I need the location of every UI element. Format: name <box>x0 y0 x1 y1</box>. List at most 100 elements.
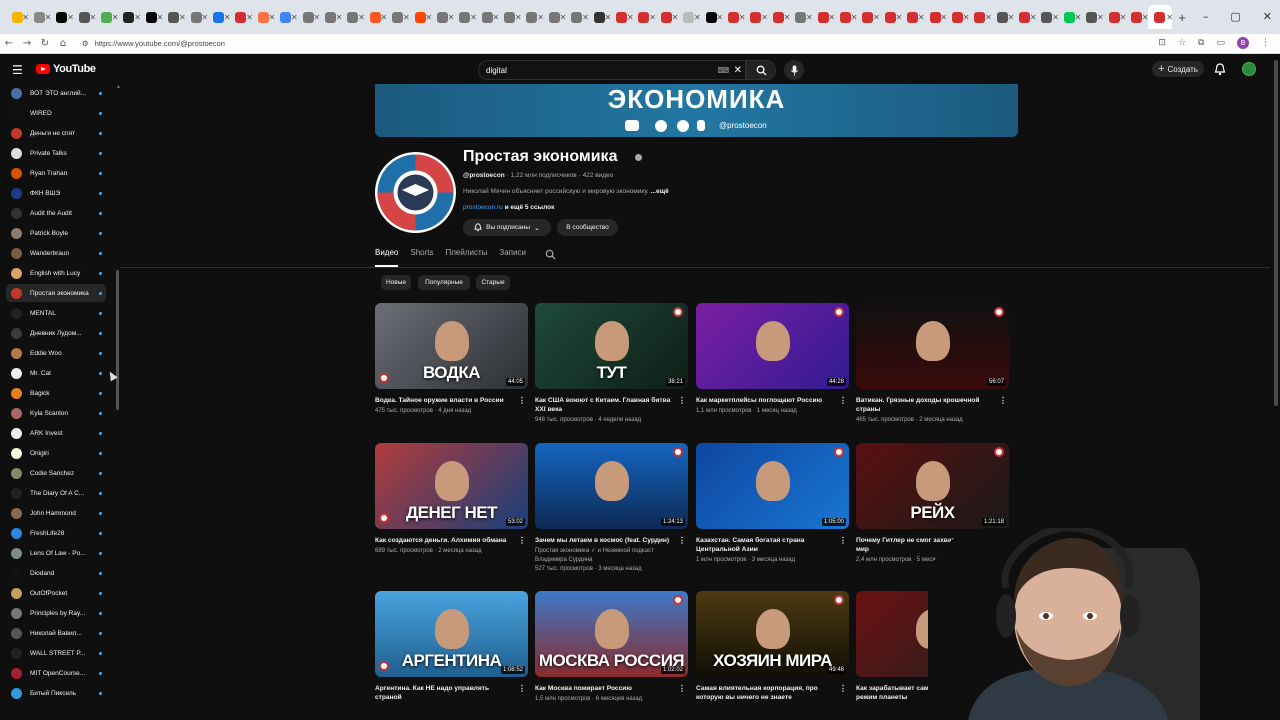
browser-tab[interactable]: ✕ <box>51 5 74 29</box>
browser-tab[interactable]: ✕ <box>902 5 925 29</box>
sidebar-subscription-item[interactable]: ARK Invest <box>6 424 106 442</box>
notifications-bell-icon[interactable] <box>1214 63 1226 76</box>
video-more-options-icon[interactable]: ⋮ <box>678 684 686 693</box>
browser-tab[interactable]: ✕ <box>476 5 499 29</box>
video-card[interactable]: 56:07 Ватикан. Грязные доходы крошечной с… <box>856 303 1009 425</box>
browser-tab[interactable]: ✕ <box>1126 5 1149 29</box>
subscribed-button[interactable]: Вы подписаны ⌄ <box>463 219 551 236</box>
sidebar-subscription-item[interactable]: The Diary Of A C... <box>6 484 106 502</box>
chip-oldest[interactable]: Старые <box>476 275 510 290</box>
video-more-options-icon[interactable]: ⋮ <box>839 536 847 545</box>
sidebar-subscription-item[interactable]: Деньги не спят <box>6 124 106 142</box>
sidebar-subscription-item[interactable]: ВОТ ЭТО англий... <box>6 84 106 102</box>
sidebar-subscription-item[interactable]: Principles by Ray... <box>6 604 106 622</box>
browser-tab[interactable]: ✕ <box>767 5 790 29</box>
youtube-logo[interactable]: YouTube <box>36 63 96 75</box>
sidebar-subscription-item[interactable]: FreshLife28 <box>6 524 106 542</box>
browser-tab[interactable]: ✕ <box>230 5 253 29</box>
sidebar-subscription-item[interactable]: John Hammond <box>6 504 106 522</box>
browser-tab[interactable]: ✕ <box>1103 5 1126 29</box>
browser-tab[interactable]: ✕ <box>790 5 813 29</box>
video-card[interactable]: ТУТ 38:21 Как США воюют с Китаем. Главная … <box>535 303 688 425</box>
chip-popular[interactable]: Популярные <box>418 275 470 290</box>
sidebar-subscription-item[interactable]: OutOfPocket <box>6 584 106 602</box>
sidebar-subscription-item[interactable]: Eddie Woo <box>6 344 106 362</box>
sidebar-subscription-item[interactable]: Простая экономика <box>6 284 106 302</box>
browser-tab[interactable]: ✕ <box>633 5 656 29</box>
browser-tab[interactable]: ✕ <box>723 5 746 29</box>
extension-puzzle-icon[interactable]: ▭ <box>1216 38 1225 48</box>
more-links-button[interactable]: и ещё 5 ссылок <box>505 204 555 211</box>
browser-tab[interactable]: ✕ <box>879 5 902 29</box>
browser-tab[interactable]: ✕ <box>924 5 947 29</box>
url-field[interactable]: ⚙ https://www.youtube.com/@prostoecon <box>82 39 225 48</box>
video-more-options-icon[interactable]: ⋮ <box>999 396 1007 405</box>
sidebar-subscription-item[interactable]: Private Talks <box>6 144 106 162</box>
video-card[interactable]: ХОЗЯИН МИРА 49:48 Самая влиятельная корпор… <box>696 591 849 702</box>
sidebar-subscription-item[interactable]: Bagick <box>6 384 106 402</box>
voice-search-button[interactable] <box>784 60 804 80</box>
reload-icon[interactable]: ↻ <box>36 38 54 49</box>
channel-description[interactable]: Николай Мячин объясняет российскую и мир… <box>463 188 669 195</box>
browser-tab[interactable]: ✕ <box>73 5 96 29</box>
home-icon[interactable]: ⌂ <box>54 38 72 49</box>
keyboard-icon[interactable]: ⌨ <box>717 66 729 75</box>
video-title[interactable]: Зачем мы летаем в космос (feat. Сурдин) ⋮ <box>535 536 688 545</box>
channel-banner[interactable]: ЭКОНОМИКА @prostoecon <box>375 84 1018 137</box>
browser-tab[interactable]: ✕ <box>6 5 29 29</box>
browser-tab[interactable]: ✕ <box>1014 5 1037 29</box>
video-card[interactable]: 1:05:00 Казахстан. Самая богатая страна Ц… <box>696 443 849 565</box>
new-tab-button[interactable]: + <box>1178 10 1186 25</box>
browser-tab[interactable]: ✕ <box>163 5 186 29</box>
browser-tab[interactable]: ✕ <box>364 5 387 29</box>
browser-tab[interactable]: ✕ <box>275 5 298 29</box>
tab-close-icon[interactable]: ✕ <box>1166 13 1173 22</box>
video-title[interactable]: Казахстан. Самая богатая страна Централь… <box>696 536 849 554</box>
video-card[interactable]: 44:28 Как маркетплейсы поглощают Россию ⋮ 1… <box>696 303 849 416</box>
browser-tab[interactable]: ✕ <box>1036 5 1059 29</box>
sidebar-subscription-item[interactable]: Diodand <box>6 564 106 582</box>
browser-tab[interactable]: ✕ <box>700 5 723 29</box>
browser-tab[interactable]: ✕ <box>834 5 857 29</box>
sidebar-subscription-item[interactable]: Onigiri <box>6 444 106 462</box>
video-card[interactable]: ВОДКА 44:05 Водка. Тайное оружие власти в … <box>375 303 528 416</box>
sidebar-subscription-item[interactable]: Битый Пиксель <box>6 684 106 702</box>
profile-avatar[interactable]: B <box>1237 37 1249 49</box>
clear-search-icon[interactable]: ✕ <box>734 65 742 76</box>
browser-tab[interactable]: ✕ <box>812 5 835 29</box>
browser-tab[interactable]: ✕ <box>1058 5 1081 29</box>
sidebar-subscription-item[interactable]: Дневник Лудом... <box>6 324 106 342</box>
video-title[interactable]: Аргентина. Как НЕ надо управлять страной… <box>375 684 528 702</box>
video-title[interactable]: Как создаются деньги. Алхимия обмана ⋮ <box>375 536 528 545</box>
community-button[interactable]: В сообщество <box>557 219 618 236</box>
sidebar-subscription-item[interactable]: Kyla Scanlon <box>6 404 106 422</box>
video-more-options-icon[interactable]: ⋮ <box>518 536 526 545</box>
video-card[interactable]: ДЕНЕГ НЕТ 53:02 Как создаются деньги. Алхи… <box>375 443 528 556</box>
video-more-options-icon[interactable]: ⋮ <box>839 396 847 405</box>
video-thumbnail[interactable]: ХОЗЯИН МИРА 49:48 <box>696 591 849 677</box>
create-button[interactable]: + Создать <box>1152 61 1204 77</box>
browser-tab[interactable]: ✕ <box>319 5 342 29</box>
tab-videos[interactable]: Видео <box>375 248 399 267</box>
account-avatar[interactable] <box>1242 62 1256 76</box>
video-more-options-icon[interactable]: ⋮ <box>678 536 686 545</box>
browser-tab[interactable]: ✕ <box>946 5 969 29</box>
browser-tab[interactable]: ✕ <box>140 5 163 29</box>
video-more-options-icon[interactable]: ⋮ <box>518 684 526 693</box>
site-info-icon[interactable]: ⚙ <box>82 39 89 48</box>
browser-tab[interactable]: ✕ <box>409 5 432 29</box>
browser-tab[interactable]: ✕ <box>678 5 701 29</box>
video-more-options-icon[interactable]: ⋮ <box>518 396 526 405</box>
video-thumbnail[interactable]: ВОДКА 44:05 <box>375 303 528 389</box>
video-card[interactable]: АРГЕНТИНА 1:08:52 Аргентина. Как НЕ надо у… <box>375 591 528 702</box>
browser-tab[interactable]: ✕ <box>208 5 231 29</box>
sidebar-subscription-item[interactable]: Wanderbraun <box>6 244 106 262</box>
page-scrollbar-thumb[interactable] <box>1274 60 1278 406</box>
install-icon[interactable]: ⊡ <box>1158 38 1166 48</box>
video-thumbnail[interactable]: 1:24:13 <box>535 443 688 529</box>
tab-posts[interactable]: Записи <box>499 248 526 267</box>
video-more-options-icon[interactable]: ⋮ <box>678 396 686 405</box>
extensions-icon[interactable]: ⧉ <box>1198 38 1204 48</box>
browser-tab[interactable]: ✕ <box>297 5 320 29</box>
browser-tab[interactable]: ✕ <box>745 5 768 29</box>
